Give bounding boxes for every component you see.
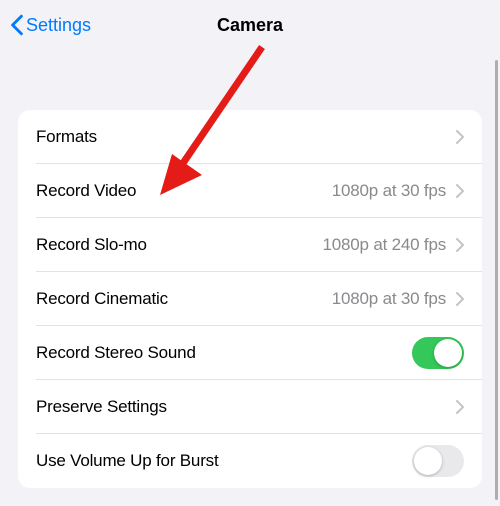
chevron-right-icon (456, 130, 464, 144)
chevron-right-icon (456, 400, 464, 414)
row-label: Record Slo-mo (36, 235, 323, 255)
toggle-knob (414, 447, 442, 475)
row-record-slomo[interactable]: Record Slo-mo 1080p at 240 fps (18, 218, 482, 272)
settings-list: Formats Record Video 1080p at 30 fps Rec… (18, 110, 482, 488)
toggle-knob (434, 339, 462, 367)
row-preserve-settings[interactable]: Preserve Settings (18, 380, 482, 434)
header-bar: Settings Camera (0, 0, 500, 50)
chevron-right-icon (456, 184, 464, 198)
toggle-stereo-sound[interactable] (412, 337, 464, 369)
row-record-cinematic[interactable]: Record Cinematic 1080p at 30 fps (18, 272, 482, 326)
row-detail: 1080p at 30 fps (332, 289, 446, 309)
row-label: Formats (36, 127, 456, 147)
row-label: Use Volume Up for Burst (36, 451, 412, 471)
back-label: Settings (26, 15, 91, 36)
toggle-volume-burst[interactable] (412, 445, 464, 477)
row-stereo-sound: Record Stereo Sound (18, 326, 482, 380)
scrollbar[interactable] (495, 60, 498, 500)
row-label: Record Stereo Sound (36, 343, 412, 363)
back-button[interactable]: Settings (10, 14, 91, 36)
row-label: Record Video (36, 181, 332, 201)
row-detail: 1080p at 240 fps (323, 235, 446, 255)
row-detail: 1080p at 30 fps (332, 181, 446, 201)
row-label: Record Cinematic (36, 289, 332, 309)
row-volume-burst: Use Volume Up for Burst (18, 434, 482, 488)
chevron-right-icon (456, 238, 464, 252)
back-chevron-icon (10, 14, 24, 36)
row-label: Preserve Settings (36, 397, 456, 417)
row-formats[interactable]: Formats (18, 110, 482, 164)
chevron-right-icon (456, 292, 464, 306)
row-record-video[interactable]: Record Video 1080p at 30 fps (18, 164, 482, 218)
